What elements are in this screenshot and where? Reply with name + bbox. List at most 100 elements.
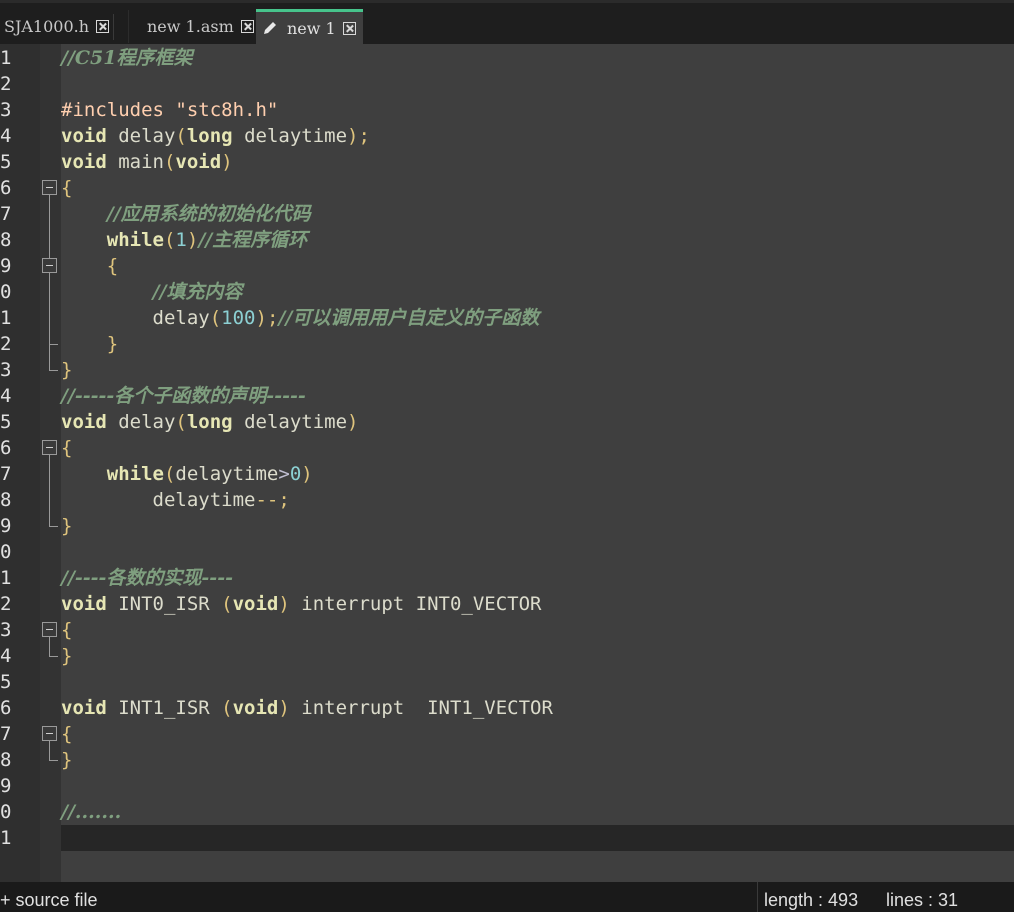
code-token: ) bbox=[278, 593, 290, 615]
code-line: void INT0_ISR (void) interrupt INT0_VECT… bbox=[61, 591, 542, 617]
code-token: //----各数的实现---- bbox=[61, 567, 233, 589]
fold-toggle-icon[interactable] bbox=[42, 726, 57, 741]
status-lines: lines : 31 bbox=[886, 890, 959, 910]
code-token: delaytime bbox=[61, 489, 256, 511]
code-token: ( bbox=[209, 307, 222, 329]
fold-line bbox=[49, 741, 50, 760]
code-token: { bbox=[61, 619, 73, 641]
fold-line bbox=[49, 455, 50, 526]
code-line: { bbox=[61, 721, 72, 747]
code-token: ( bbox=[175, 125, 187, 147]
line-number: 5 bbox=[0, 151, 12, 173]
code-token: //应用系统的初始化代码 bbox=[106, 203, 311, 225]
code-token: #includes bbox=[61, 99, 176, 121]
code-line: { bbox=[61, 435, 72, 461]
code-token: { bbox=[61, 723, 73, 745]
code-token: } bbox=[61, 359, 73, 381]
code-token: ) bbox=[278, 697, 290, 719]
code-line: { bbox=[61, 253, 118, 279]
tab-sja1000-h[interactable]: SJA1000.h bbox=[0, 10, 110, 43]
code-token: while bbox=[106, 229, 164, 251]
fold-line bbox=[49, 637, 50, 656]
line-number: 1 bbox=[0, 567, 12, 589]
code-token: } bbox=[61, 515, 73, 537]
close-icon[interactable] bbox=[342, 21, 356, 35]
code-token: ) bbox=[186, 229, 199, 251]
fold-end-marker bbox=[49, 344, 58, 345]
code-token: --; bbox=[255, 489, 290, 511]
fold-toggle-icon[interactable] bbox=[42, 440, 57, 455]
line-number: 3 bbox=[0, 359, 12, 381]
code-token: delay bbox=[106, 411, 176, 433]
line-number: 6 bbox=[0, 697, 12, 719]
fold-end-marker bbox=[49, 370, 58, 371]
code-token: void bbox=[61, 125, 107, 147]
tab-label: new 1 bbox=[287, 18, 336, 38]
code-token: delaytime bbox=[232, 125, 348, 147]
code-token: ); bbox=[347, 125, 370, 147]
code-line: } bbox=[61, 357, 72, 383]
code-line: void main(void) bbox=[61, 149, 233, 175]
code-editor[interactable]: //C51程序框架 #includes "stc8h.h" void delay(l… bbox=[61, 44, 1014, 882]
code-token: 1 bbox=[175, 229, 187, 251]
code-token: ) bbox=[347, 411, 359, 433]
line-number: 8 bbox=[0, 749, 12, 771]
tab-label: new 1.asm bbox=[147, 17, 234, 36]
close-icon[interactable] bbox=[96, 20, 110, 33]
line-number: 8 bbox=[0, 229, 12, 251]
code-token: long bbox=[186, 411, 233, 433]
line-number: 7 bbox=[0, 723, 12, 745]
tab-label: SJA1000.h bbox=[4, 17, 90, 36]
tab-bar: SJA1000.h new 1.asm new 1 bbox=[0, 0, 1014, 44]
code-line: void INT1_ISR (void) interrupt INT1_VECT… bbox=[61, 695, 553, 721]
code-token: delay bbox=[106, 125, 176, 147]
code-line: } bbox=[61, 643, 72, 669]
code-token: void bbox=[175, 151, 222, 173]
status-length: length : 493 bbox=[764, 890, 859, 910]
fold-toggle-icon[interactable] bbox=[42, 622, 57, 637]
code-line: //C51程序框架 bbox=[61, 45, 192, 71]
fold-toggle-icon[interactable] bbox=[42, 258, 57, 273]
code-token: } bbox=[106, 333, 119, 355]
code-token: //-----各个子函数的声明----- bbox=[61, 385, 306, 407]
code-token: "stc8h.h" bbox=[175, 99, 279, 121]
code-line: while(delaytime>0) bbox=[61, 461, 313, 487]
line-number: 1 bbox=[0, 827, 12, 849]
code-token: { bbox=[106, 255, 119, 277]
code-token: } bbox=[61, 749, 73, 771]
line-number: 9 bbox=[0, 775, 12, 797]
tab-new-1-asm[interactable]: new 1.asm bbox=[128, 10, 254, 43]
code-token: ( bbox=[163, 151, 176, 173]
close-icon[interactable] bbox=[240, 20, 254, 33]
code-token: //可以调用用户自定义的子函数 bbox=[278, 307, 540, 329]
tab-bar-top-strip bbox=[0, 0, 1014, 3]
code-token: void bbox=[61, 593, 107, 615]
code-token: //....... bbox=[61, 801, 122, 823]
line-number: 9 bbox=[0, 255, 12, 277]
status-bar: + source file length : 493 lines : 31 bbox=[0, 882, 1014, 912]
fold-toggle-icon[interactable] bbox=[42, 180, 57, 195]
line-number: 5 bbox=[0, 411, 12, 433]
pencil-icon bbox=[262, 20, 278, 36]
code-token: void bbox=[232, 593, 279, 615]
code-token: long bbox=[186, 125, 233, 147]
code-line: } bbox=[61, 747, 72, 773]
code-token: ( bbox=[175, 411, 187, 433]
code-line: //应用系统的初始化代码 bbox=[61, 201, 311, 227]
code-token: main bbox=[106, 151, 164, 173]
line-number: 3 bbox=[0, 99, 12, 121]
code-line: } bbox=[61, 331, 118, 357]
code-token: //主程序循环 bbox=[198, 229, 308, 251]
line-number: 2 bbox=[0, 73, 12, 95]
status-file-type: + source file bbox=[0, 890, 98, 910]
line-number: 0 bbox=[0, 801, 12, 823]
fold-end-marker bbox=[49, 656, 58, 657]
tab-new-1[interactable]: new 1 bbox=[256, 9, 363, 44]
code-line: void delay(long delaytime); bbox=[61, 123, 370, 149]
line-number: 9 bbox=[0, 515, 12, 537]
code-line: #includes "stc8h.h" bbox=[61, 97, 278, 123]
line-number: 0 bbox=[0, 541, 12, 563]
code-token: INT0_ISR bbox=[106, 593, 222, 615]
